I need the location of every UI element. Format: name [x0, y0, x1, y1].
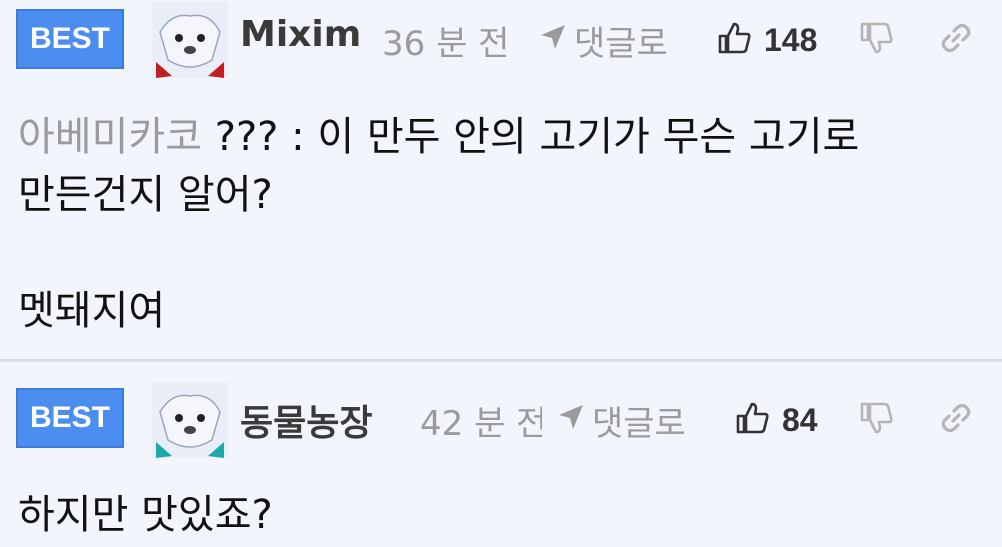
username[interactable]: 동물농장 [240, 394, 372, 446]
body-line: 멧돼지여 [18, 288, 166, 334]
reply-arrow-icon [538, 21, 568, 61]
share-link-button[interactable] [938, 400, 974, 440]
thumbs-up-icon [734, 400, 770, 440]
dislike-button[interactable] [858, 400, 894, 440]
timestamp: 36 분 전 [382, 24, 510, 64]
avatar-image [152, 382, 228, 458]
like-button[interactable]: 84 [734, 400, 818, 440]
comment-header: BEST Mixim 36 분 전 댓글로 148 [0, 0, 1002, 80]
link-icon [941, 403, 971, 433]
best-badge: BEST [16, 388, 124, 448]
thumbs-up-icon [716, 20, 752, 60]
comment-body: 하지만 맛있죠? [18, 486, 273, 544]
comment-item: BEST 동물농장 42 분 전 댓글로 84 하지만 맛있죠? [0, 362, 1002, 547]
thumbs-down-icon [860, 402, 893, 434]
reply-button[interactable]: 댓글로 [556, 396, 686, 445]
link-icon [941, 23, 971, 53]
dislike-button[interactable] [858, 20, 894, 60]
body-line: ??? : 이 만두 안의 고기가 무슨 고기로 [214, 114, 860, 160]
reply-button[interactable]: 댓글로 [538, 16, 668, 65]
avatar[interactable] [152, 2, 228, 78]
comment-body: 아베미카코 ??? : 이 만두 안의 고기가 무슨 고기로 만든건지 알어? … [18, 108, 859, 340]
timestamp: 42 분 전 [420, 404, 542, 444]
mention-user[interactable]: 아베미카코 [18, 114, 202, 160]
share-link-button[interactable] [938, 20, 974, 60]
body-line: 하지만 맛있죠? [18, 492, 273, 538]
username[interactable]: Mixim [240, 14, 361, 55]
reply-arrow-icon [556, 401, 586, 441]
like-button[interactable]: 148 [716, 20, 817, 60]
avatar[interactable] [152, 382, 228, 458]
reply-label: 댓글로 [574, 24, 668, 64]
comment-header: BEST 동물농장 42 분 전 댓글로 84 [0, 362, 1002, 458]
body-line: 만든건지 알어? [18, 172, 273, 218]
avatar-image [152, 2, 228, 78]
reply-label: 댓글로 [592, 404, 686, 444]
like-count: 148 [764, 21, 818, 58]
like-count: 84 [782, 401, 818, 438]
comment-item: BEST Mixim 36 분 전 댓글로 148 아베미카코 ???: 이 … [0, 0, 1002, 360]
thumbs-down-icon [860, 22, 893, 54]
best-badge: BEST [16, 9, 124, 69]
